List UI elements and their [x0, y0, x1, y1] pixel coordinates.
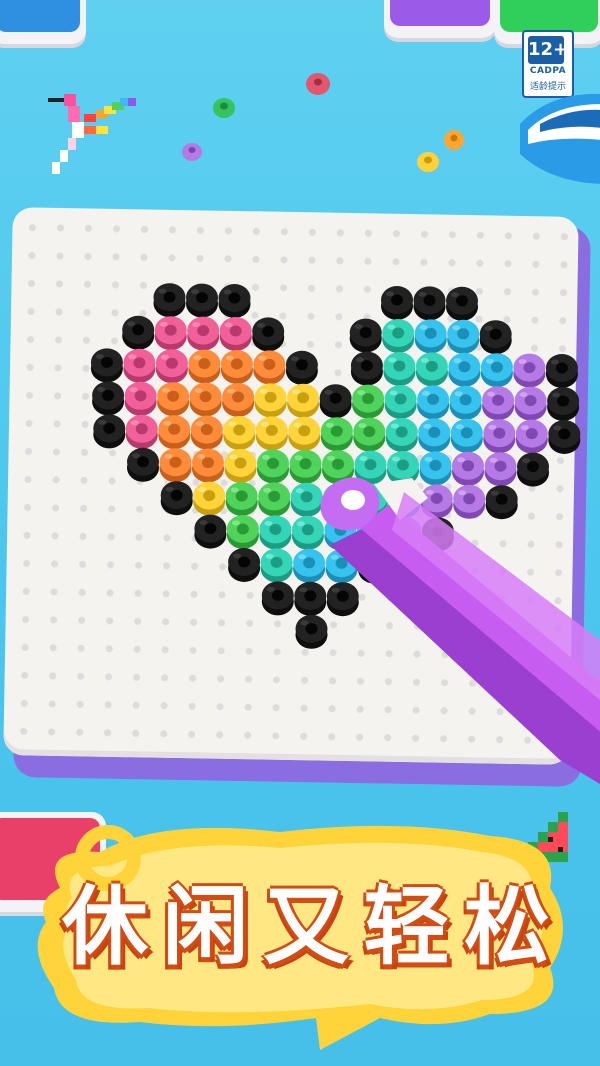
slogan-char: 松 — [464, 876, 550, 977]
slogan-char: 轻 — [363, 876, 450, 977]
slogan-char: 闲 — [162, 876, 249, 977]
slogan-title: 休闲又轻松 — [62, 858, 550, 978]
slogan-char: 又 — [263, 876, 349, 977]
slogan-char: 休 — [62, 876, 148, 977]
